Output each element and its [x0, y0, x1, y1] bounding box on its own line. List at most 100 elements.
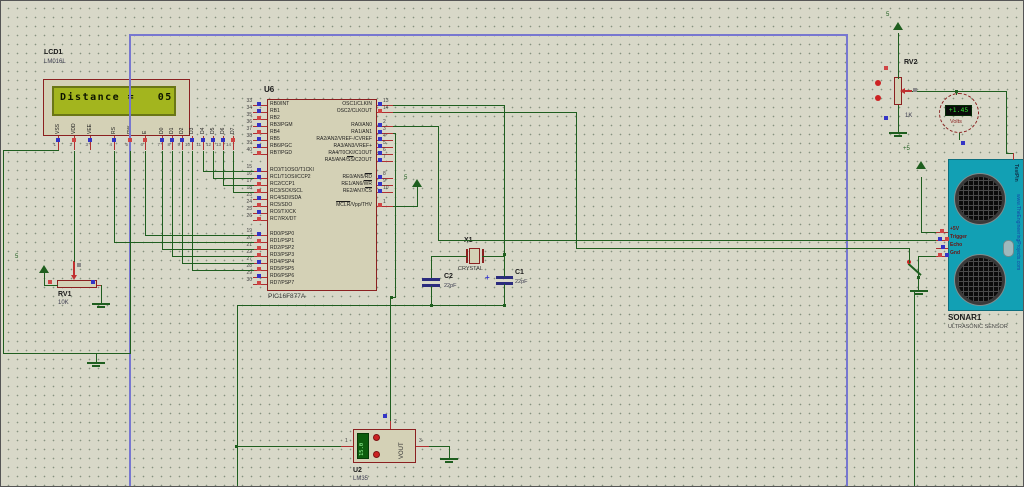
rv1-wiper-shaft[interactable] [73, 261, 75, 276]
sonar-subtitle-label: ULTRASONIC SENSOR [948, 325, 1008, 331]
lm35-decrement-button[interactable] [373, 451, 380, 458]
lcd-pin-label: RS [112, 112, 117, 134]
mcu-pin-label: RC7/RX/DT [270, 217, 296, 222]
sonar-power-label: +5 [903, 146, 910, 152]
sonar-testpin-label: TestPin [1013, 164, 1018, 182]
wire-segment [162, 249, 254, 250]
state-marker [884, 116, 888, 120]
sonar-pin-label: +5V [950, 227, 959, 232]
state-marker [257, 151, 261, 155]
wire-segment [233, 151, 234, 193]
state-marker [257, 203, 261, 207]
ground-symbol-dash [894, 135, 902, 137]
wire-segment [390, 297, 391, 421]
state-marker [170, 138, 174, 142]
lcd-pin-label: D5 [211, 112, 216, 134]
c2-plate-top[interactable] [422, 278, 440, 281]
probe-cross-marker: + [485, 274, 490, 282]
crystal-body[interactable] [469, 248, 480, 264]
rv1-value-label: 10K [58, 300, 69, 306]
state-marker [257, 267, 261, 271]
junction-dot [235, 445, 238, 448]
mcu-pin-label: RB0/INT [270, 102, 289, 107]
lcd-pin-label: VEE [88, 112, 93, 134]
wire-segment [431, 256, 432, 278]
rv2-power-label: 5 [886, 12, 889, 18]
echo-switch-lever[interactable] [908, 263, 922, 275]
state-marker [941, 245, 945, 249]
wire-segment [223, 151, 224, 186]
c1-ref-label: C1 [515, 269, 524, 276]
crystal-type-label: CRYSTAL [458, 267, 483, 273]
state-marker [257, 175, 261, 179]
rv2-test-point-bottom[interactable] [875, 95, 881, 101]
rv1-power-arrow-icon [39, 265, 49, 273]
wire-segment [341, 446, 353, 447]
lm35-display-value: 15.0 [360, 432, 366, 456]
state-marker [72, 138, 76, 142]
wire-segment [959, 133, 960, 140]
c1-value-label: 22pF [515, 280, 528, 286]
mcu-ref-label: U6 [264, 86, 274, 94]
mcu-pin-number: 16 [239, 172, 252, 177]
wire-segment [203, 151, 204, 172]
state-marker [378, 144, 382, 148]
sonar-watermark-text: www.TheEngineeringProjects.com [1015, 194, 1020, 270]
mcu-pin-number: 35 [239, 113, 252, 118]
mcu-pin-number: 24 [239, 200, 252, 205]
wire-segment [237, 305, 505, 306]
wire-segment [429, 446, 450, 447]
wire-segment [898, 33, 899, 79]
wire-segment [504, 105, 505, 277]
mcu-pin-label: RA0/AN0 [351, 123, 372, 128]
rv2-test-point-top[interactable] [875, 80, 881, 86]
mcu-pin-label: RD6/PSP6 [270, 274, 294, 279]
state-marker [257, 123, 261, 127]
wire-segment [129, 34, 848, 36]
sonar-pin-label: Gnd [950, 251, 960, 256]
state-marker [378, 158, 382, 162]
wire-segment [130, 151, 131, 354]
lcd-pin-label: D0 [160, 112, 165, 134]
sonar-power-arrow-icon [916, 161, 926, 169]
state-marker [378, 102, 382, 106]
lcd-pin-number: 11 [195, 143, 201, 148]
state-marker [257, 281, 261, 285]
ground-symbol-dash [445, 461, 453, 463]
sonar-transducer-bottom-icon [955, 255, 1005, 305]
junction-dot [390, 296, 393, 299]
ground-symbol [889, 132, 907, 134]
mcu-pin-number: 21 [239, 243, 252, 248]
mcu-pin-label: OSC2/CLKOUT [337, 109, 372, 114]
wire-segment [393, 105, 505, 106]
wire-segment [576, 248, 910, 249]
wire-segment [223, 185, 254, 186]
state-marker [88, 138, 92, 142]
wire-segment [438, 126, 439, 240]
mcu-part-label: PIC16F877A [268, 294, 305, 301]
wire-segment [172, 151, 173, 257]
state-marker [257, 168, 261, 172]
lcd-pin-label: D3 [190, 112, 195, 134]
rv2-ref-label: RV2 [904, 59, 918, 66]
sonar-ref-label: SONAR1 [948, 314, 981, 322]
state-marker [913, 88, 917, 92]
wire-segment [101, 285, 102, 303]
mcu-pin-label: RB4 [270, 130, 280, 135]
wire-segment [576, 112, 577, 248]
wire-segment [393, 112, 577, 113]
state-marker [257, 246, 261, 250]
mcu-pin-label: RC3/SCK/SCL [270, 189, 303, 194]
mcu-pin-label: RD0/PSP0 [270, 232, 294, 237]
wire-segment [921, 177, 922, 232]
wire-segment [431, 286, 432, 305]
wire-segment [395, 133, 396, 297]
lcd-pin-label: D1 [170, 112, 175, 134]
mcu-pin-number: 17 [239, 179, 252, 184]
wire-segment [114, 242, 254, 243]
state-marker [180, 138, 184, 142]
lm35-vout-label: VOUT [399, 433, 405, 459]
state-marker [160, 138, 164, 142]
mcu-pin-label: RC6/TX/CK [270, 210, 296, 215]
lm35-increment-button[interactable] [373, 434, 380, 441]
